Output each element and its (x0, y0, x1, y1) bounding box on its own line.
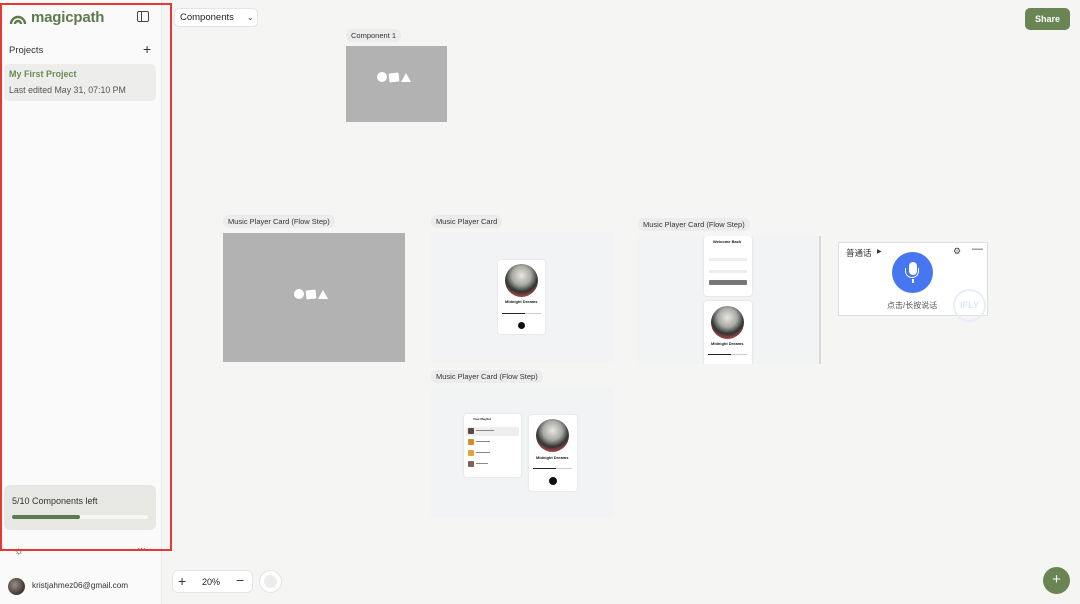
zoom-in-button[interactable]: + (178, 573, 186, 589)
theme-toggle-icon[interactable]: ☼ (14, 545, 24, 557)
track-progress (502, 313, 541, 314)
logo-text: magicpath (31, 9, 105, 26)
microphone-button[interactable] (892, 252, 933, 293)
add-component-button[interactable]: + (1043, 567, 1070, 594)
add-project-button[interactable]: + (143, 42, 151, 56)
album-art (711, 306, 744, 339)
frame-flow-step-2[interactable]: Welcome Back Midnight Dreams (638, 236, 821, 364)
track-title: Midnight Dreams (711, 341, 744, 346)
sidebar: magicpath Projects + My First Project La… (0, 0, 162, 604)
project-name: My First Project (9, 69, 77, 79)
play-icon (518, 322, 525, 329)
frame-label-flow-step-3[interactable]: Music Player Card (Flow Step) (431, 370, 543, 383)
caret-right-icon[interactable]: ▶ (877, 248, 882, 255)
zoom-level: 20% (202, 577, 221, 587)
minimize-icon[interactable]: — (972, 243, 983, 255)
track-title: Midnight Dreams (505, 299, 538, 304)
sidebar-toggle-icon[interactable] (137, 11, 149, 22)
frame-label-flow-step-1[interactable]: Music Player Card (Flow Step) (223, 215, 335, 228)
voice-input-widget: 普通话 ▶ ⚙ — 点击/长按说话 iFLY (838, 242, 988, 322)
frame-component-1[interactable] (346, 46, 447, 122)
share-button[interactable]: Share (1025, 8, 1070, 30)
zoom-out-button[interactable]: − (236, 572, 244, 588)
logo-mark-icon (9, 15, 27, 24)
canvas-mode-button[interactable] (259, 570, 282, 593)
frame-music-player-card[interactable]: Midnight Dreams (431, 232, 613, 362)
app-logo[interactable]: magicpath (9, 9, 104, 26)
quota-progress-fill (12, 515, 80, 519)
signin-button-preview (709, 280, 747, 285)
placeholder-shapes-icon (377, 72, 411, 82)
album-art (536, 419, 569, 452)
projects-heading: Projects (9, 45, 44, 56)
frame-label-component-1[interactable]: Component 1 (346, 29, 402, 42)
project-item[interactable]: My First Project Last edited May 31, 07:… (4, 64, 156, 101)
components-quota: 5/10 Components left (4, 485, 156, 530)
music-card-preview: Midnight Dreams (704, 301, 752, 364)
components-dropdown-label: Components (180, 12, 234, 23)
music-card-preview: Midnight Dreams (498, 260, 545, 334)
user-avatar[interactable] (8, 578, 25, 595)
placeholder-shapes-icon (294, 289, 328, 299)
track-title: Midnight Dreams (536, 455, 569, 460)
playlist-title: Your Playlist (473, 417, 491, 421)
album-art (505, 264, 538, 297)
gear-icon[interactable]: ⚙ (953, 246, 961, 257)
quota-progress-bar (12, 515, 148, 519)
playlist-card-preview: Your Playlist (464, 414, 521, 477)
zoom-control: + 20% − (172, 570, 253, 593)
more-options-icon[interactable]: ··· (137, 543, 146, 555)
components-dropdown[interactable]: Components ⌄ (174, 8, 258, 27)
voice-hint: 点击/长按说话 (887, 301, 938, 310)
project-last-edited: Last edited May 31, 07:10 PM (9, 85, 126, 95)
login-title: Welcome Back (713, 239, 742, 244)
quota-text: 5/10 Components left (12, 496, 98, 506)
play-icon (549, 477, 557, 485)
music-card-preview: Midnight Dreams (529, 415, 577, 491)
voice-language[interactable]: 普通话 (846, 247, 872, 259)
ifly-watermark: iFLY (953, 289, 986, 322)
frame-label-flow-step-2[interactable]: Music Player Card (Flow Step) (638, 218, 750, 231)
chevron-down-icon: ⌄ (246, 13, 254, 22)
frame-label-music-player-card[interactable]: Music Player Card (431, 215, 503, 228)
user-email: kristjahmez06@gmail.com (32, 581, 129, 590)
frame-flow-step-1[interactable] (223, 233, 405, 362)
frame-flow-step-3[interactable]: Your Playlist Midnight Dreams (431, 388, 613, 518)
login-card-preview: Welcome Back (704, 236, 752, 296)
